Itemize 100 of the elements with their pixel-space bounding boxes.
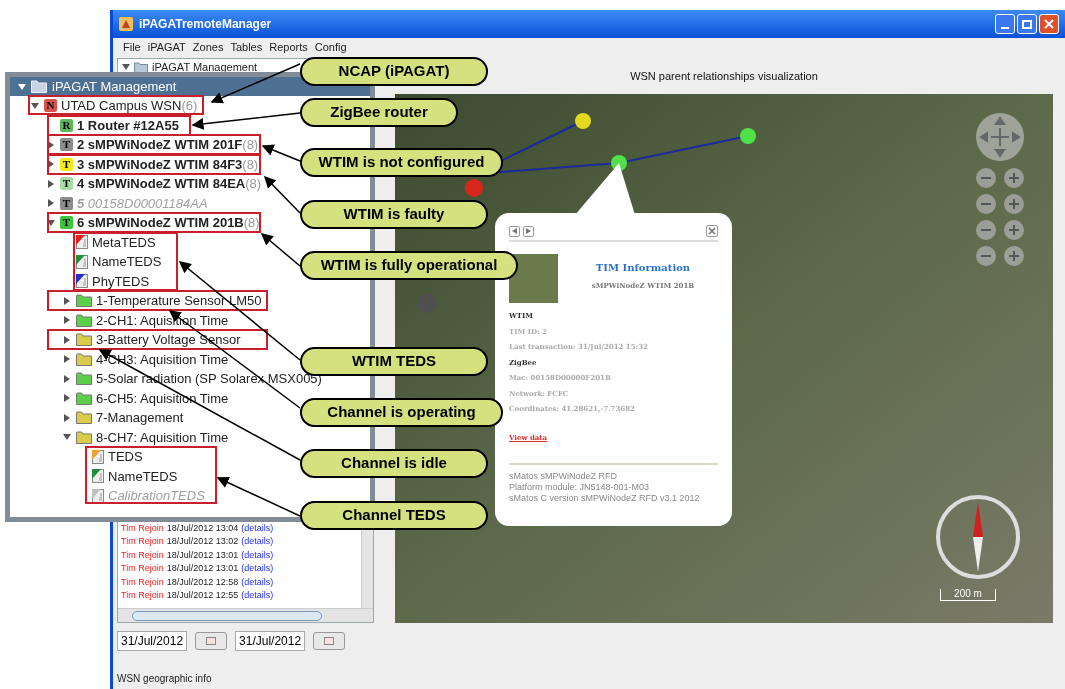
- menu-item[interactable]: Tables: [230, 38, 263, 56]
- left-arrow-icon: [512, 228, 517, 234]
- callout-label: Channel TEDS: [300, 501, 488, 530]
- collapse-arrow-icon[interactable]: [47, 218, 55, 227]
- log-event: Tim Rejoin: [121, 549, 164, 562]
- log-event: Tim Rejoin: [121, 589, 164, 603]
- details-link[interactable]: (details): [241, 576, 274, 590]
- photo-placeholder: [509, 254, 558, 303]
- callout-label: WTIM is faulty: [300, 200, 488, 229]
- tree-item[interactable]: UTAD Campus WSN(6): [61, 96, 198, 116]
- collapse-arrow-icon[interactable]: [18, 82, 26, 91]
- expand-arrow-icon[interactable]: [63, 316, 71, 325]
- callout-label: Channel is idle: [300, 449, 488, 478]
- node-status-badge: N: [44, 99, 57, 113]
- window-title: iPAGATremoteManager: [139, 16, 273, 33]
- minimize-button[interactable]: [995, 14, 1015, 34]
- sensor-node[interactable]: [465, 179, 483, 197]
- map-title: WSN parent relationships visualization: [630, 69, 818, 84]
- tree-item[interactable]: MetaTEDS: [92, 232, 156, 252]
- collapse-arrow-icon[interactable]: [122, 63, 130, 71]
- tree-item[interactable]: 4 sMPWiNodeZ WTIM 84EA(8): [77, 174, 262, 194]
- log-time: 18/Jul/2012 13:02: [166, 535, 239, 549]
- tree-item[interactable]: 8-CH7: Aquisition Time: [96, 427, 229, 447]
- zoom-out-icon[interactable]: [976, 168, 996, 188]
- expand-arrow-icon[interactable]: [63, 296, 71, 305]
- expand-arrow-icon[interactable]: [47, 160, 55, 169]
- document-icon: [92, 488, 104, 503]
- log-time: 18/Jul/2012 12:55: [166, 589, 239, 603]
- expand-arrow-icon[interactable]: [63, 374, 71, 383]
- previous-button[interactable]: [509, 225, 520, 237]
- tree-item[interactable]: NameTEDS: [92, 252, 162, 272]
- expand-arrow-icon[interactable]: [63, 394, 71, 403]
- tree-item[interactable]: 6 sMPWiNodeZ WTIM 201B(8): [77, 213, 260, 233]
- callout-label: WTIM is fully operational: [300, 251, 518, 280]
- close-icon: [708, 227, 716, 235]
- tree-item[interactable]: PhyTEDS: [92, 271, 150, 291]
- node-status-badge: T: [60, 138, 73, 152]
- close-icon: [1044, 19, 1054, 29]
- menu-item[interactable]: iPAGAT: [147, 38, 186, 56]
- tree-item[interactable]: 7-Management: [96, 408, 184, 428]
- next-button[interactable]: [523, 225, 534, 237]
- tree-item[interactable]: 2 sMPWiNodeZ WTIM 201F(8): [77, 135, 259, 155]
- node-status-badge: T: [60, 177, 73, 191]
- horizontal-scrollbar[interactable]: [118, 608, 373, 622]
- expand-arrow-icon[interactable]: [47, 179, 55, 188]
- close-button[interactable]: [706, 225, 718, 237]
- collapse-arrow-icon[interactable]: [63, 433, 71, 442]
- expand-arrow-icon[interactable]: [63, 413, 71, 422]
- expand-arrow-icon[interactable]: [63, 335, 71, 344]
- details-link[interactable]: (details): [241, 535, 274, 549]
- sensor-node[interactable]: [575, 113, 591, 129]
- collapse-arrow-icon[interactable]: [31, 101, 39, 110]
- calendar-icon: [206, 637, 217, 645]
- pointer-arrow: [261, 144, 301, 162]
- log-time: 18/Jul/2012 13:01: [166, 562, 239, 576]
- details-link[interactable]: (details): [241, 589, 274, 603]
- sensor-node[interactable]: [740, 128, 756, 144]
- menu-item[interactable]: File: [123, 38, 141, 56]
- menu-item[interactable]: Reports: [269, 38, 308, 56]
- details-link[interactable]: (details): [241, 549, 274, 563]
- tree-item[interactable]: iPAGAT Management: [152, 58, 258, 76]
- tree-item[interactable]: NameTEDS: [108, 466, 178, 486]
- menu-item[interactable]: Config: [314, 38, 347, 56]
- document-icon: [76, 254, 88, 269]
- details-link[interactable]: (details): [241, 562, 274, 576]
- maximize-button[interactable]: [1017, 14, 1037, 34]
- footer-line: sMatos C version sMPWiNodeZ RFD v3.1 2012: [509, 493, 701, 504]
- tree-item[interactable]: TEDS: [108, 447, 143, 467]
- log-time: 18/Jul/2012 12:58: [166, 576, 239, 589]
- node-status-badge: T: [60, 196, 73, 210]
- document-icon: [76, 235, 88, 250]
- tree-item[interactable]: 3 sMPWiNodeZ WTIM 84F3(8): [77, 154, 259, 174]
- log-event: Tim Rejoin: [121, 562, 164, 576]
- node-status-badge: T: [60, 216, 73, 230]
- pointer-arrow: [263, 175, 301, 214]
- document-icon: [92, 469, 104, 484]
- log-event: Tim Rejoin: [121, 522, 164, 535]
- menu-item[interactable]: Zones: [192, 38, 224, 56]
- expand-arrow-icon[interactable]: [63, 355, 71, 364]
- footer-line: Platform module: JN5148-001-M03: [509, 482, 651, 493]
- expand-arrow-icon[interactable]: [47, 140, 55, 149]
- node-status-badge: T: [60, 157, 73, 171]
- date-field[interactable]: 31/Jul/2012: [235, 631, 306, 651]
- tree-item[interactable]: 1 Router #12A55: [77, 115, 179, 135]
- calendar-icon: [324, 637, 335, 645]
- pan-control-icon[interactable]: [975, 112, 1025, 162]
- folder-icon: [31, 80, 47, 93]
- callout-label: WTIM is not configured: [300, 148, 503, 177]
- footer-line: sMatos sMPWiNodeZ RFD: [509, 471, 618, 482]
- details-link[interactable]: (details): [241, 522, 274, 536]
- date-field[interactable]: 31/Jul/2012: [117, 631, 188, 651]
- popup-title: TIM Information: [595, 261, 691, 275]
- zoom-in-icon[interactable]: [1004, 168, 1024, 188]
- calendar-button[interactable]: [195, 632, 228, 650]
- callout-label: ZigBee router: [300, 98, 458, 127]
- right-arrow-icon: [526, 228, 531, 234]
- node-status-badge: R: [60, 118, 73, 132]
- app-icon: [119, 17, 133, 31]
- calendar-button[interactable]: [313, 632, 346, 650]
- tree-item[interactable]: 1-Temperature Sensor LM50: [96, 291, 262, 311]
